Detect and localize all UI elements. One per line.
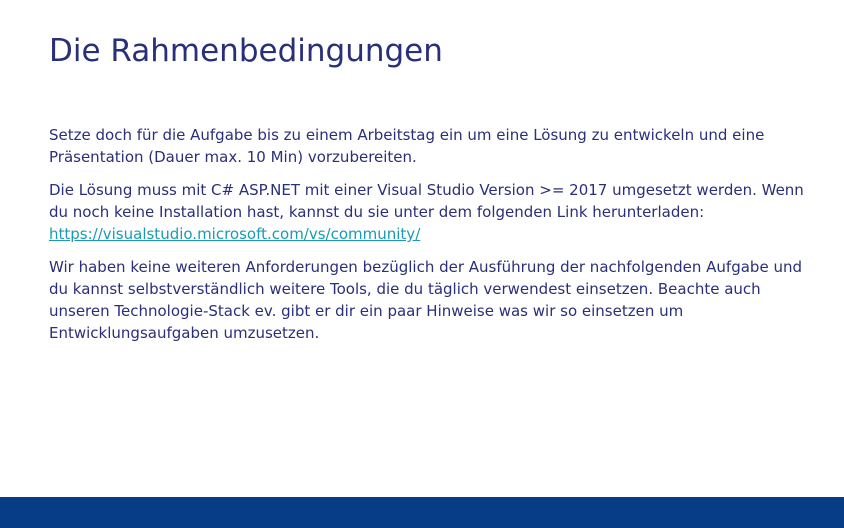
download-link[interactable]: https://visualstudio.microsoft.com/vs/co… <box>49 225 420 243</box>
paragraph-time-budget: Setze doch für die Aufgabe bis zu einem … <box>49 126 765 166</box>
slide-title: Die Rahmenbedingungen <box>49 33 443 69</box>
paragraph-requirements-text: Die Lösung muss mit C# ASP.NET mit einer… <box>49 181 804 221</box>
slide-body: Setze doch für die Aufgabe bis zu einem … <box>49 124 809 355</box>
footer-bar <box>0 497 844 528</box>
paragraph-requirements: Die Lösung muss mit C# ASP.NET mit einer… <box>49 179 809 245</box>
paragraph-further-info: Wir haben keine weiteren Anforderungen b… <box>49 258 802 342</box>
slide: Die Rahmenbedingungen Setze doch für die… <box>0 0 844 528</box>
